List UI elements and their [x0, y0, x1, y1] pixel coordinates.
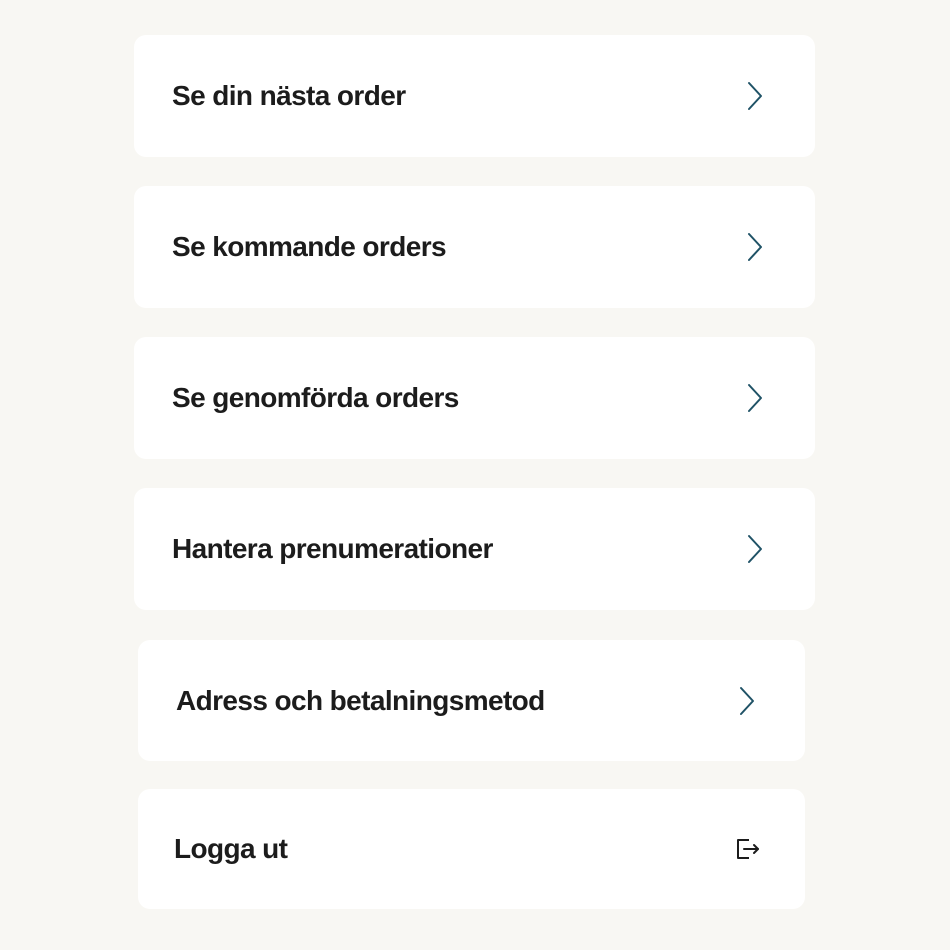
menu-item-completed-orders[interactable]: Se genomförda orders	[134, 337, 815, 459]
menu-item-next-order[interactable]: Se din nästa order	[134, 35, 815, 157]
menu-item-label: Se kommande orders	[172, 231, 447, 262]
menu-item-manage-subscriptions[interactable]: Hantera prenumerationer	[134, 488, 815, 610]
menu-item-upcoming-orders[interactable]: Se kommande orders	[134, 186, 815, 308]
menu-item-label: Hantera prenumerationer	[172, 533, 493, 564]
chevron-right-icon	[748, 233, 762, 261]
logout-icon	[737, 839, 759, 859]
chevron-right-icon	[748, 384, 762, 412]
chevron-right-icon	[748, 535, 762, 563]
menu-item-label: Se genomförda orders	[172, 382, 459, 413]
menu-item-label: Logga ut	[174, 833, 288, 864]
menu-item-address-payment[interactable]: Adress och betalningsmetod	[138, 640, 805, 761]
chevron-right-icon	[748, 82, 762, 110]
menu-item-label: Se din nästa order	[172, 80, 406, 111]
menu-item-label: Adress och betalningsmetod	[176, 684, 545, 716]
chevron-right-icon	[740, 686, 754, 715]
menu-item-logout[interactable]: Logga ut	[138, 789, 805, 909]
